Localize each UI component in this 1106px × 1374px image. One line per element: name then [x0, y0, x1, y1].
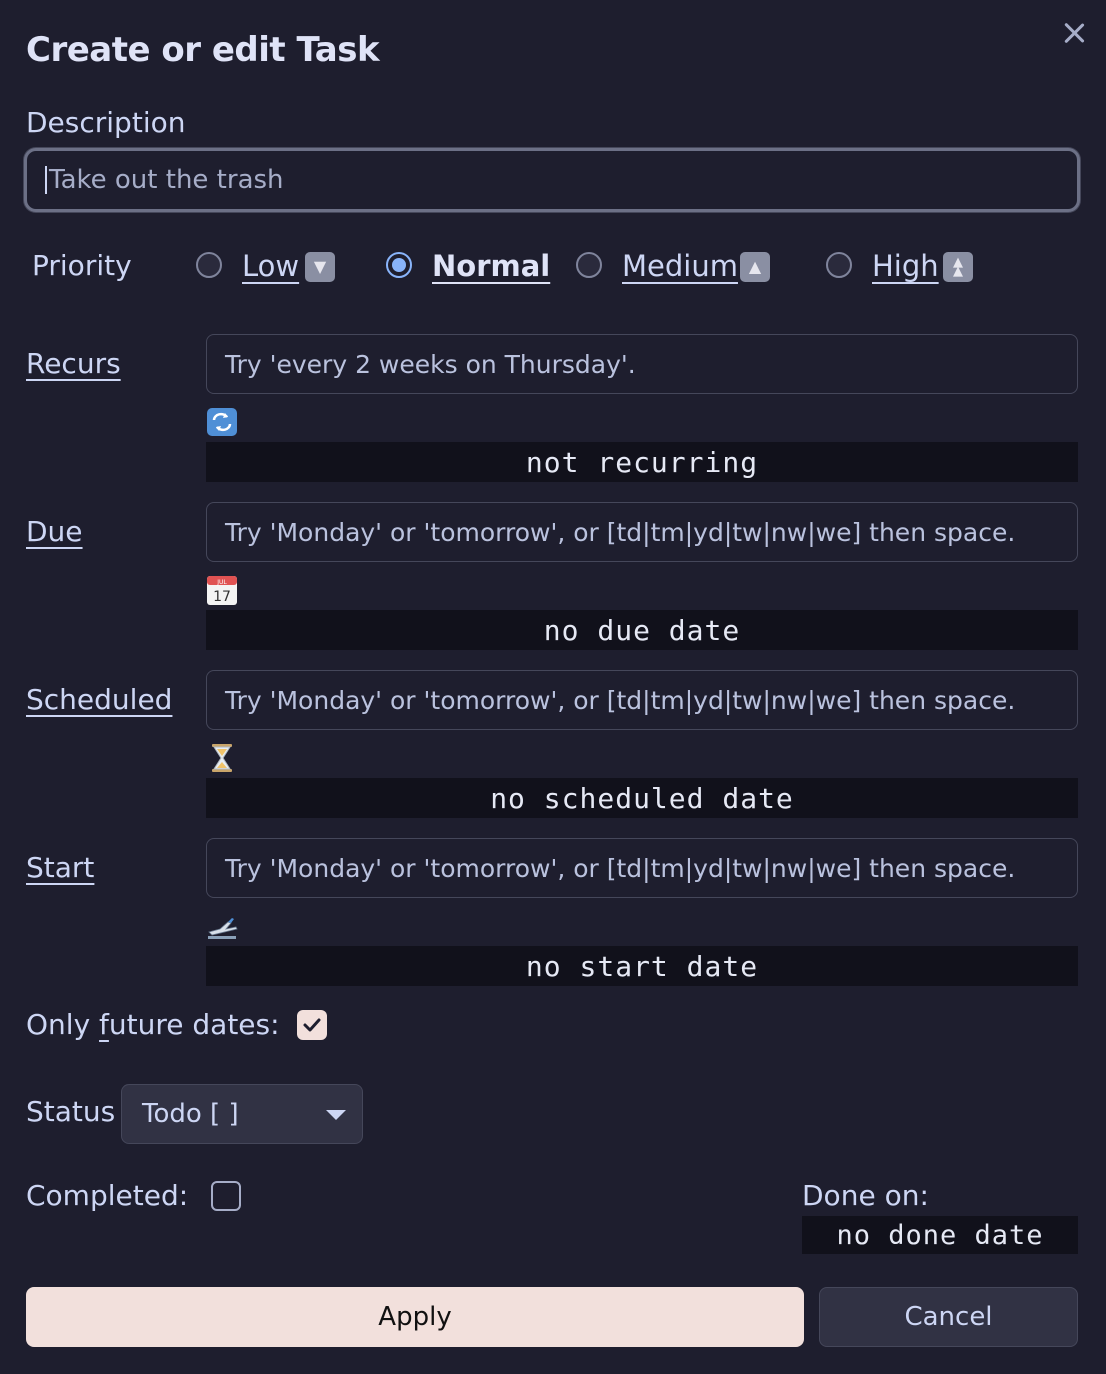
medium-priority-icon: ▲ [740, 252, 770, 282]
apply-button[interactable]: Apply [26, 1287, 804, 1347]
status-label: Status [26, 1095, 116, 1128]
priority-normal-label[interactable]: Normal [432, 249, 550, 283]
priority-medium-radio[interactable] [576, 252, 602, 278]
completed-checkbox[interactable] [211, 1181, 241, 1211]
close-icon[interactable] [1058, 17, 1090, 49]
task-dialog: Create or edit Task Description Take out… [0, 0, 1106, 1374]
recurs-label: Recurs [26, 347, 121, 380]
priority-high-radio[interactable] [826, 252, 852, 278]
airplane-departure-icon [206, 912, 238, 942]
completed-label: Completed: [26, 1179, 189, 1212]
start-label: Start [26, 851, 95, 884]
priority-label: Priority [32, 249, 132, 282]
chevron-down-icon [326, 1110, 346, 1120]
due-label: Due [26, 515, 83, 548]
scheduled-label: Scheduled [26, 683, 173, 716]
future-dates-label: Only future dates: [26, 1008, 280, 1041]
done-on-label: Done on: [802, 1179, 929, 1212]
calendar-day: 17 [213, 589, 231, 605]
status-select-value: Todo [ ] [142, 1099, 239, 1129]
checkmark-icon [303, 1018, 321, 1032]
low-priority-icon: ▼ [305, 252, 335, 282]
priority-normal-radio[interactable] [386, 252, 412, 278]
description-label: Description [26, 106, 186, 139]
due-input[interactable]: Try 'Monday' or 'tomorrow', or [td|tm|yd… [206, 502, 1078, 562]
start-input[interactable]: Try 'Monday' or 'tomorrow', or [td|tm|yd… [206, 838, 1078, 898]
high-priority-icon: ▲ ▲ [943, 252, 973, 282]
scheduled-input[interactable]: Try 'Monday' or 'tomorrow', or [td|tm|yd… [206, 670, 1078, 730]
priority-low-label[interactable]: Low [242, 249, 299, 283]
calendar-month: JUL [216, 579, 227, 586]
priority-low-radio[interactable] [196, 252, 222, 278]
status-select[interactable]: Todo [ ] [121, 1084, 363, 1144]
description-placeholder: Take out the trash [49, 165, 284, 195]
description-input[interactable]: Take out the trash [24, 148, 1080, 212]
repeat-icon [206, 407, 238, 437]
future-dates-checkbox[interactable] [297, 1010, 327, 1040]
calendar-icon: JUL 17 [206, 574, 238, 605]
recurs-input[interactable]: Try 'every 2 weeks on Thursday'. [206, 334, 1078, 394]
start-status: no start date [206, 946, 1078, 986]
priority-medium-label[interactable]: Medium [622, 249, 738, 283]
text-caret [45, 166, 47, 194]
due-status: no due date [206, 610, 1078, 650]
done-on-value: no done date [802, 1216, 1078, 1254]
hourglass-icon [206, 742, 238, 772]
dialog-title: Create or edit Task [26, 30, 380, 70]
priority-high-label[interactable]: High [872, 249, 939, 283]
scheduled-status: no scheduled date [206, 778, 1078, 818]
cancel-button[interactable]: Cancel [819, 1287, 1078, 1347]
recurs-status: not recurring [206, 442, 1078, 482]
